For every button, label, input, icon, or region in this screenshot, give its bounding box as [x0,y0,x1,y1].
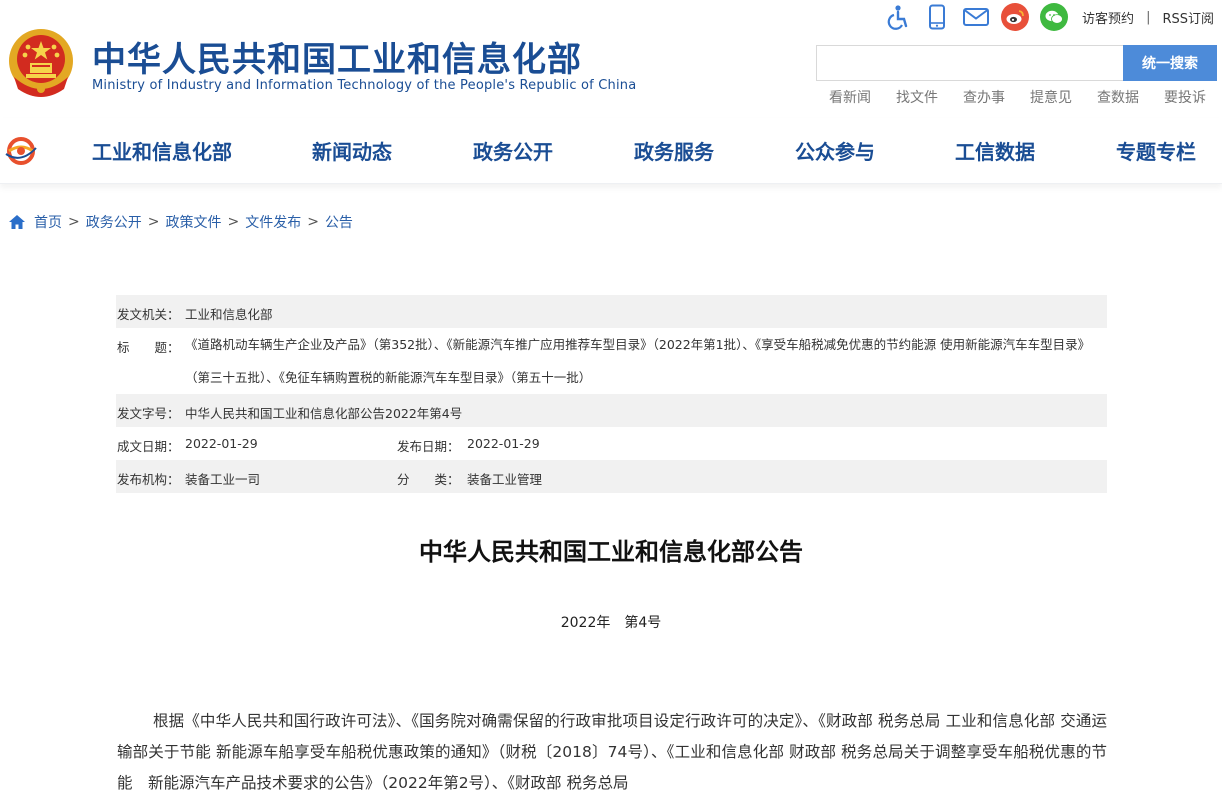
quick-link-data[interactable]: 查数据 [1097,87,1139,107]
breadcrumb-separator: > [307,214,319,230]
national-emblem-icon[interactable] [6,27,76,99]
nav-item-public-participation[interactable]: 公众参与 [795,136,875,165]
meta-row-issuer: 发文机关： 工业和信息化部 [116,295,1107,328]
breadcrumb-separator: > [68,214,80,230]
meta-row-dates: 成文日期： 2022-01-29 发布日期： 2022-01-29 [116,427,1107,460]
created-date-value: 2022-01-29 [185,436,258,451]
site-header: 中华人民共和国工业和信息化部 Ministry of Industry and … [0,0,1222,118]
nav-item-data[interactable]: 工信数据 [955,136,1035,165]
search-bar: 统一搜索 [816,45,1217,81]
title-label: 标 题： [117,340,180,355]
quick-link-files[interactable]: 找文件 [896,87,938,107]
nav-item-special-topics[interactable]: 专题专栏 [1116,136,1196,165]
breadcrumb: 首页 > 政务公开 > 政策文件 > 文件发布 > 公告 [8,212,353,232]
issuer-label: 发文机关： [117,307,180,322]
quick-link-news[interactable]: 看新闻 [829,87,871,107]
nav-item-gov-affairs[interactable]: 政务公开 [473,136,553,165]
document-title: 中华人民共和国工业和信息化部公告 [419,538,803,566]
doc-no-label: 发文字号： [117,406,180,421]
title-value: 《道路机动车辆生产企业及产品》（第352批）、《新能源汽车推广应用推荐车型目录》… [185,337,1091,385]
nav-item-gov-services[interactable]: 政务服务 [634,136,714,165]
top-link-separator: | [1146,9,1151,25]
category-label: 分 类： [397,472,460,487]
issuer-value: 工业和信息化部 [185,307,273,322]
top-links: 访客预约 | RSS订阅 [873,2,1214,32]
rss-link[interactable]: RSS订阅 [1162,8,1214,27]
wechat-icon[interactable] [1040,3,1069,31]
nav-item-ministry[interactable]: 工业和信息化部 [92,136,232,165]
accessibility-icon[interactable] [884,3,912,31]
mobile-icon[interactable] [923,3,951,31]
quick-link-complaint[interactable]: 要投诉 [1164,87,1206,107]
mail-icon[interactable] [962,3,990,31]
published-date-label: 发布日期： [397,439,460,454]
org-value: 装备工业一司 [185,472,261,487]
quick-link-feedback[interactable]: 提意见 [1030,87,1072,107]
document-meta-table: 发文机关： 工业和信息化部 标 题： 《道路机动车辆生产企业及产品》（第352批… [116,295,1107,493]
breadcrumb-gov-affairs[interactable]: 政务公开 [86,212,142,232]
breadcrumb-policy-files[interactable]: 政策文件 [165,212,221,232]
published-date-value: 2022-01-29 [467,436,540,451]
meta-row-title: 标 题： 《道路机动车辆生产企业及产品》（第352批）、《新能源汽车推广应用推荐… [116,328,1107,394]
org-label: 发布机构： [117,472,180,487]
site-title[interactable]: 中华人民共和国工业和信息化部 [92,32,582,81]
home-icon[interactable] [8,214,26,230]
unified-search-button[interactable]: 统一搜索 [1123,45,1217,81]
breadcrumb-separator: > [147,214,160,230]
quick-links: 看新闻 找文件 查办事 提意见 查数据 要投诉 [804,87,1206,107]
nav-item-news[interactable]: 新闻动态 [312,136,392,165]
miit-logo-icon[interactable] [4,134,38,168]
doc-no-value: 中华人民共和国工业和信息化部公告2022年第4号 [185,406,463,421]
document-number: 2022年 第4号 [560,615,662,631]
category-value: 装备工业管理 [467,472,543,487]
site-subtitle: Ministry of Industry and Information Tec… [92,78,637,93]
main-nav: 工业和信息化部 新闻动态 政务公开 政务服务 公众参与 工信数据 专题专栏 [0,118,1222,184]
weibo-icon[interactable] [1001,3,1030,31]
meta-row-doc-no: 发文字号： 中华人民共和国工业和信息化部公告2022年第4号 [116,394,1107,427]
breadcrumb-file-release[interactable]: 文件发布 [245,212,301,232]
created-date-label: 成文日期： [117,439,180,454]
breadcrumb-separator: > [227,214,240,230]
search-input[interactable] [817,46,1123,80]
quick-link-services[interactable]: 查办事 [963,87,1005,107]
document-body: 根据《中华人民共和国行政许可法》、《国务院对确需保留的行政审批项目设定行政许可的… [117,712,1107,792]
breadcrumb-announcement[interactable]: 公告 [325,212,353,232]
visitor-booking-link[interactable]: 访客预约 [1082,8,1134,27]
breadcrumb-home[interactable]: 首页 [34,212,62,232]
meta-row-org: 发布机构： 装备工业一司 分 类： 装备工业管理 [116,460,1107,493]
